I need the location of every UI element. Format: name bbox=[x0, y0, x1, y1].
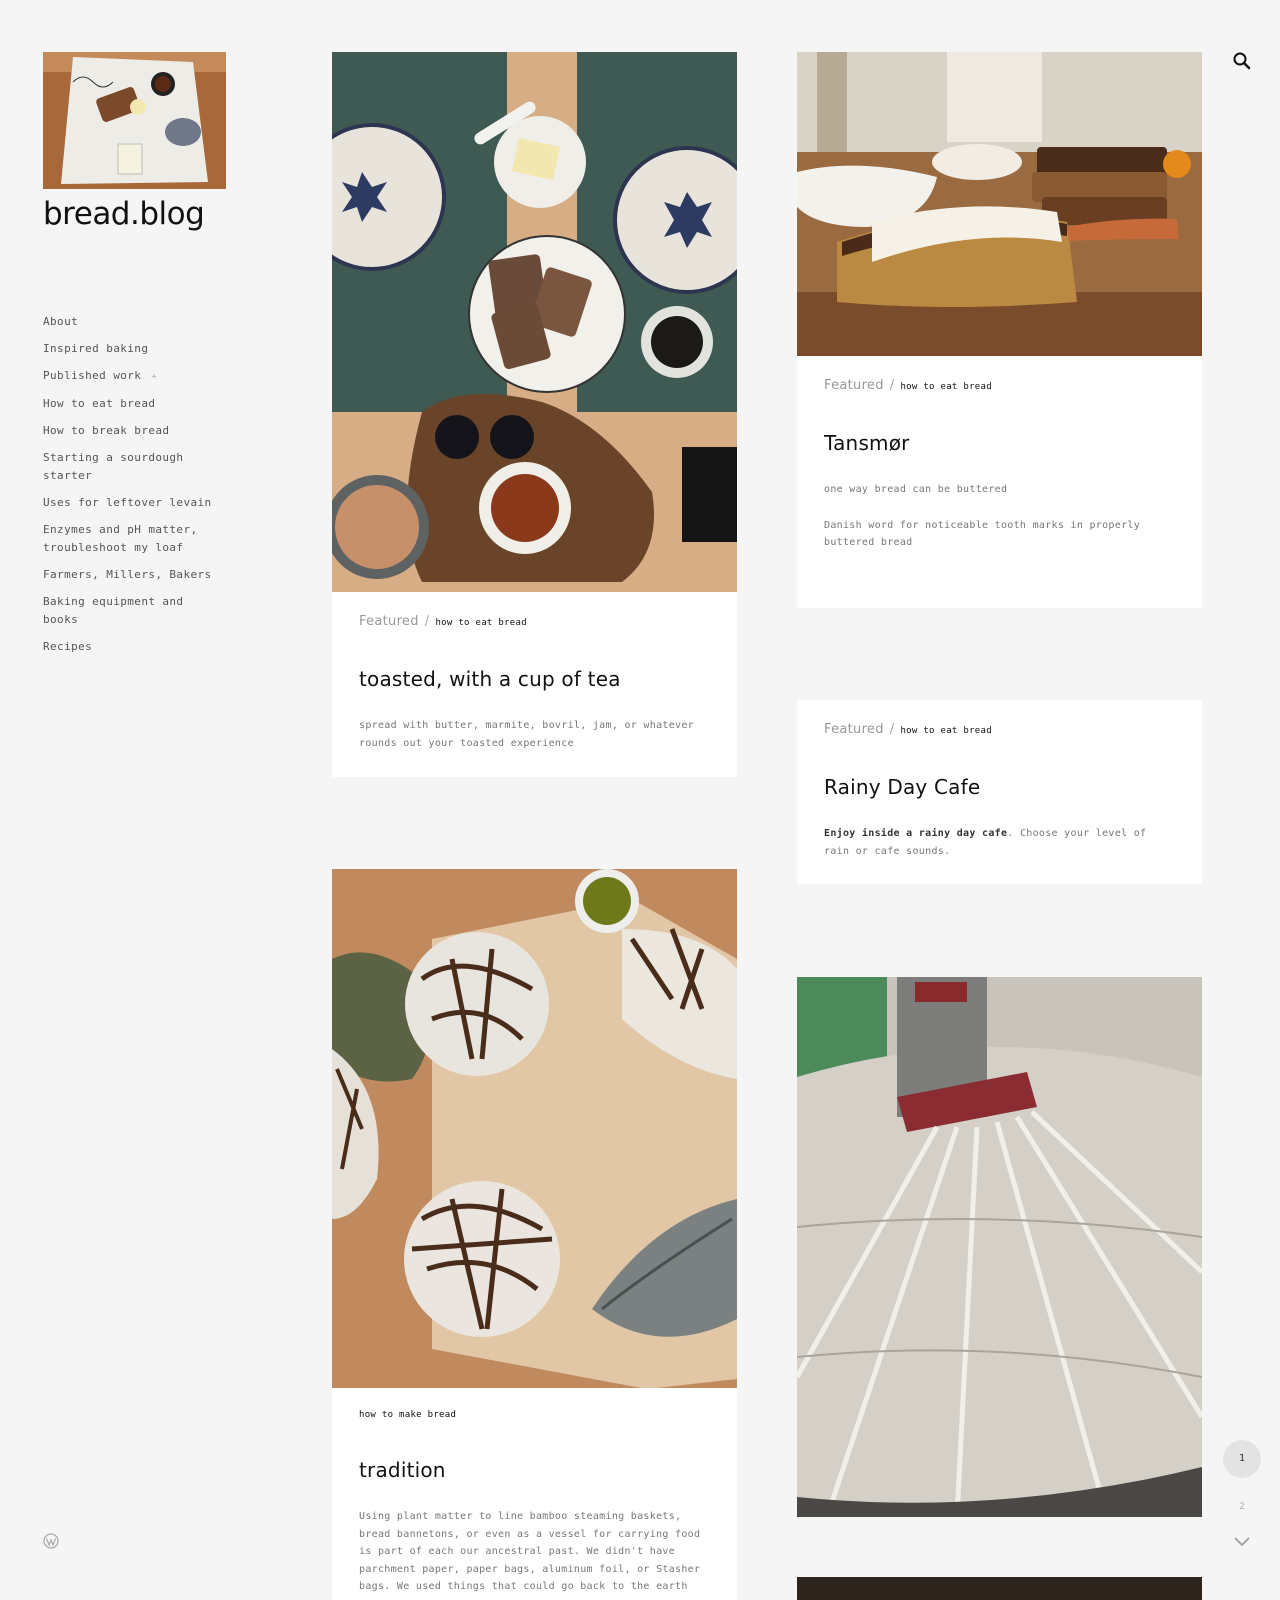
rainy-day-cafe-link[interactable]: Enjoy inside a rainy day cafe bbox=[824, 828, 1007, 839]
post-image-tradition[interactable] bbox=[332, 869, 737, 1388]
post-excerpt: one way bread can be buttered bbox=[824, 484, 1008, 495]
post-body-rainy-day-cafe: Featured / how to eat bread Rainy Day Cafe… bbox=[797, 700, 1202, 884]
post-categories: Featured / how to eat bread bbox=[824, 722, 1175, 737]
post-card-next[interactable] bbox=[797, 1577, 1202, 1600]
search-icon[interactable] bbox=[1232, 51, 1252, 71]
post-card-toasted: Featured / how to eat bread toasted, with … bbox=[332, 52, 737, 777]
menu-item-how-to-break-bread[interactable]: How to break bread bbox=[43, 422, 213, 440]
post-image-toasted[interactable] bbox=[332, 52, 737, 592]
post-title[interactable]: toasted, with a cup of tea bbox=[359, 667, 710, 691]
menu-item-enzymes-ph[interactable]: Enzymes and pH matter, troubleshoot my l… bbox=[43, 521, 213, 557]
menu-item-leftover-levain[interactable]: Uses for leftover levain bbox=[43, 494, 213, 512]
post-title[interactable]: tradition bbox=[359, 1458, 710, 1482]
post-image-millstone[interactable] bbox=[797, 977, 1202, 1517]
post-title[interactable]: Tansmør bbox=[824, 431, 1175, 455]
category-link-featured[interactable]: Featured bbox=[359, 614, 419, 629]
category-link-how-to-eat-bread[interactable]: how to eat bread bbox=[435, 618, 527, 628]
menu-item-farmers-millers-bakers[interactable]: Farmers, Millers, Bakers bbox=[43, 566, 213, 584]
menu-item-recipes[interactable]: Recipes bbox=[43, 638, 213, 656]
category-link-featured[interactable]: Featured bbox=[824, 378, 884, 393]
category-link-how-to-eat-bread[interactable]: how to eat bread bbox=[900, 726, 992, 736]
post-categories: Featured / how to eat bread bbox=[359, 614, 710, 629]
category-link-how-to-make-bread[interactable]: how to make bread bbox=[359, 1410, 456, 1420]
post-categories: how to make bread bbox=[359, 1410, 710, 1420]
category-separator: / bbox=[424, 614, 430, 629]
site-logo-image[interactable] bbox=[43, 52, 226, 189]
category-link-featured[interactable]: Featured bbox=[824, 722, 884, 737]
post-excerpt: Using plant matter to line bamboo steami… bbox=[359, 1511, 701, 1592]
post-body-tradition: how to make bread tradition Using plant … bbox=[332, 1388, 737, 1600]
post-card-tradition: how to make bread tradition Using plant … bbox=[332, 869, 737, 1600]
page-number-2[interactable]: 2 bbox=[1223, 1488, 1261, 1526]
chevron-down-icon[interactable] bbox=[1223, 1532, 1261, 1562]
main-menu: About Inspired baking Published work + Ho… bbox=[43, 313, 213, 665]
post-excerpt: Danish word for noticeable tooth marks i… bbox=[824, 519, 1141, 549]
post-title[interactable]: Rainy Day Cafe bbox=[824, 775, 1175, 799]
page-number-current[interactable]: 1 bbox=[1223, 1440, 1261, 1478]
post-card-tansmor: Featured / how to eat bread Tansmør one wa… bbox=[797, 52, 1202, 608]
pagination: 1 2 bbox=[1223, 1440, 1263, 1562]
post-card-millstone bbox=[797, 977, 1202, 1517]
site-title[interactable]: bread.blog bbox=[43, 196, 205, 232]
menu-item-inspired-baking[interactable]: Inspired baking bbox=[43, 340, 213, 358]
menu-item-published-work[interactable]: Published work + bbox=[43, 367, 213, 386]
menu-item-sourdough-starter[interactable]: Starting a sourdough starter bbox=[43, 449, 213, 485]
menu-item-label: Published work bbox=[43, 369, 142, 382]
post-card-rainy-day-cafe: Featured / how to eat bread Rainy Day Cafe… bbox=[797, 700, 1202, 884]
post-excerpt: spread with butter, marmite, bovril, jam… bbox=[359, 720, 694, 749]
menu-item-baking-equipment[interactable]: Baking equipment and books bbox=[43, 593, 213, 629]
post-body-toasted: Featured / how to eat bread toasted, with … bbox=[332, 592, 737, 777]
post-image-tansmor[interactable] bbox=[797, 52, 1202, 356]
dropdown-toggle-icon[interactable]: + bbox=[151, 372, 157, 382]
wordpress-icon[interactable] bbox=[43, 1533, 59, 1549]
post-categories: Featured / how to eat bread bbox=[824, 378, 1175, 393]
post-excerpt: Enjoy inside a rainy day cafe. Choose yo… bbox=[824, 825, 1175, 860]
category-separator: / bbox=[889, 378, 895, 393]
menu-item-about[interactable]: About bbox=[43, 313, 213, 331]
category-link-how-to-eat-bread[interactable]: how to eat bread bbox=[900, 382, 992, 392]
post-body-tansmor: Featured / how to eat bread Tansmør one wa… bbox=[797, 356, 1202, 600]
menu-item-how-to-eat-bread[interactable]: How to eat bread bbox=[43, 395, 213, 413]
category-separator: / bbox=[889, 722, 895, 737]
